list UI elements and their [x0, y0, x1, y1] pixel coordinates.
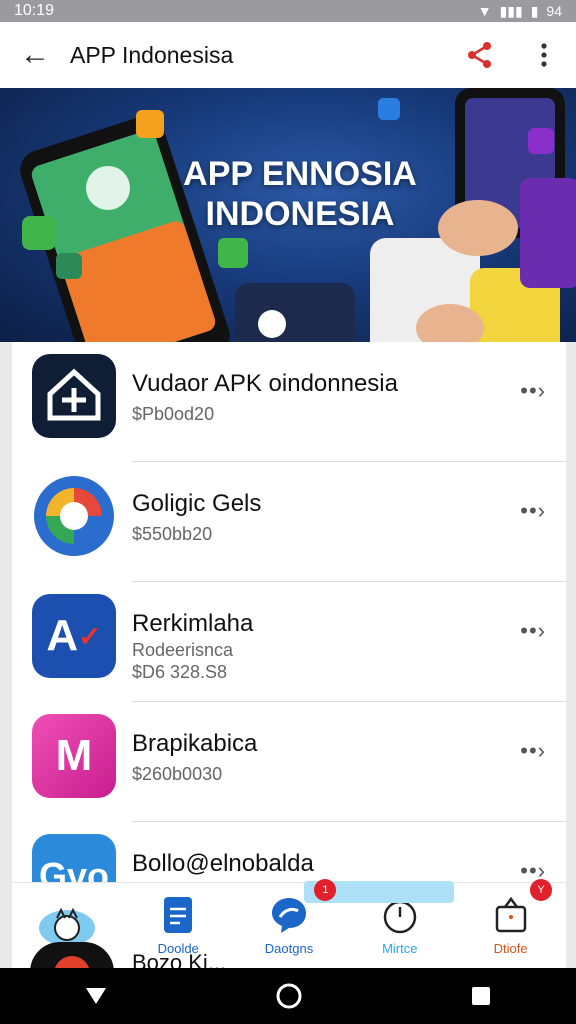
app-developer: Rodeerisnca [132, 640, 234, 660]
battery-level: 94 [546, 3, 562, 19]
status-bar: 10:19 ▼ ▮▮▮ ▮ 94 [0, 0, 576, 22]
list-item-peek: Bozo Ki... [20, 940, 240, 968]
promo-banner: APP ENNOSIA INDONESIA [0, 88, 576, 342]
share-icon [468, 42, 491, 68]
status-icons: ▼ ▮▮▮ ▮ 94 [478, 3, 562, 20]
app-price: $Pb0od20 [132, 404, 215, 424]
circular-arrow-icon [34, 476, 114, 556]
back-button[interactable]: ← [0, 38, 70, 72]
list-item[interactable]: A ✓ Rerkimlaha Rodeerisnca $D6 328.S8 ••› [12, 582, 566, 702]
wifi-icon: ▼ [477, 3, 492, 19]
app-name: Goligic Gels [132, 490, 262, 517]
list-item[interactable]: M Brapikabica $260b0030 ••› [12, 702, 566, 822]
app-icon-3: A ✓ [32, 594, 116, 678]
more-options-button[interactable] [512, 42, 576, 68]
bag-icon [495, 896, 526, 933]
battery-icon: ▮ [530, 2, 539, 19]
back-triangle-icon[interactable] [84, 984, 108, 1008]
app-name: Rerkimlaha [132, 610, 254, 637]
list-item[interactable]: Gvo Bollo@elnobalda ••› [12, 822, 566, 882]
banner-title-line2: INDONESIA [205, 195, 395, 233]
nav-label: Daotgns [264, 941, 314, 956]
list-item[interactable]: Goligic Gels $550bb20 ••› [12, 462, 566, 582]
chevron-right-icon[interactable]: ••› [520, 618, 546, 644]
app-icon-4: M [32, 714, 116, 798]
chevron-right-icon[interactable]: ••› [520, 378, 546, 404]
page-title: APP Indonesisa [70, 41, 234, 68]
home-circle-icon[interactable] [275, 982, 303, 1010]
app-list: Vudaor APK oindonnesia $Pb0od20 ••› Goli… [12, 342, 566, 882]
app-name: Bollo@elnobalda [132, 850, 314, 877]
app-name: Brapikabica [132, 730, 258, 757]
banner-title-line1: APP ENNOSIA [183, 155, 417, 193]
app-name: Vudaor APK oindonnesia [132, 370, 398, 397]
share-button[interactable] [448, 40, 512, 70]
nav-label: Mirtce [382, 941, 418, 956]
app-icon-5: Gvo [32, 834, 116, 882]
app-price: $550bb20 [132, 524, 213, 544]
nav-item-dtiofe[interactable]: Y Dtiofe [455, 879, 566, 968]
arrow-left-icon: ← [20, 38, 50, 71]
app-price: $D6 328.S8 [132, 662, 228, 682]
status-time: 10:19 [14, 2, 55, 19]
more-vertical-icon [541, 43, 547, 67]
notification-badge: Y [529, 879, 552, 901]
list-item[interactable]: Vudaor APK oindonnesia $Pb0od20 ••› [12, 342, 566, 462]
peek-app-name: Bozo Ki... [132, 950, 227, 968]
signal-icon: ▮▮▮ [499, 2, 523, 19]
app-price: $260b0030 [132, 764, 223, 784]
document-icon [164, 897, 193, 933]
chevron-right-icon[interactable]: ••› [520, 498, 546, 524]
nav-item-mirtce[interactable]: 1 Mirtce [304, 879, 455, 968]
app-icon-1 [32, 354, 116, 438]
chevron-right-icon[interactable]: ••› [520, 738, 546, 764]
house-plus-icon [47, 368, 101, 421]
system-navigation-bar [0, 968, 576, 1024]
peek-app-icon [30, 942, 114, 968]
app-bar: ← APP Indonesisa [0, 22, 576, 88]
nav-label: Dtiofe [493, 941, 528, 956]
banner-title: APP ENNOSIA INDONESIA [150, 154, 450, 234]
app-icon-2 [32, 474, 116, 558]
chat-bubble-icon [271, 898, 306, 933]
recents-square-icon[interactable] [470, 985, 492, 1007]
